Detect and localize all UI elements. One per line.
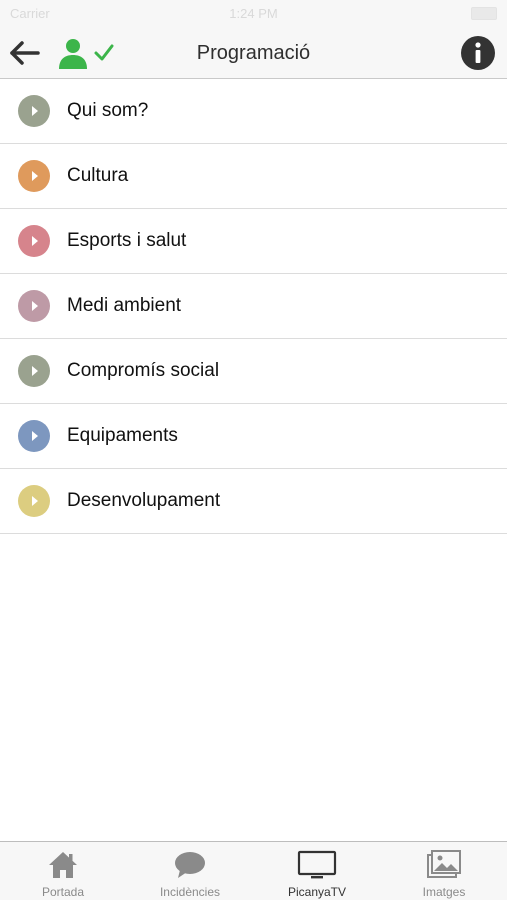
page-title: Programació	[196, 42, 311, 64]
menu-item-desenvolupament[interactable]: Desenvolupament	[0, 469, 507, 534]
tv-icon	[254, 849, 380, 881]
play-bullet-icon	[18, 95, 50, 127]
tab-incidencies[interactable]: Incidències	[127, 842, 253, 900]
app-screen: Carrier 1:24 PM Programació Qui som? Cul…	[0, 0, 507, 900]
menu-item-medi-ambient[interactable]: Medi ambient	[0, 274, 507, 339]
tab-label: PicanyaTV	[287, 885, 347, 899]
status-time: 1:24 PM	[229, 6, 278, 21]
user-status-button[interactable]	[56, 36, 120, 70]
chat-bubble-icon	[127, 849, 253, 881]
play-bullet-icon	[18, 160, 50, 192]
tab-label: Incidències	[159, 885, 221, 899]
back-button[interactable]	[8, 38, 42, 68]
info-button[interactable]	[461, 36, 495, 70]
program-menu-list: Qui som? Cultura Esports i salut Medi am…	[0, 79, 507, 534]
play-bullet-icon	[18, 420, 50, 452]
play-bullet-icon	[18, 355, 50, 387]
menu-item-qui-som[interactable]: Qui som?	[0, 79, 507, 144]
play-bullet-icon	[18, 290, 50, 322]
menu-item-cultura[interactable]: Cultura	[0, 144, 507, 209]
menu-item-label: Equipaments	[67, 425, 178, 446]
user-verified-icon	[59, 39, 114, 69]
menu-item-label: Qui som?	[67, 100, 149, 121]
menu-item-esports-i-salut[interactable]: Esports i salut	[0, 209, 507, 274]
images-icon	[381, 849, 507, 881]
tab-portada[interactable]: Portada	[0, 842, 126, 900]
tab-imatges[interactable]: Imatges	[381, 842, 507, 900]
status-bar: Carrier 1:24 PM	[0, 0, 507, 28]
play-bullet-icon	[18, 485, 50, 517]
menu-item-compromis-social[interactable]: Compromís social	[0, 339, 507, 404]
navigation-bar: Programació	[0, 28, 507, 79]
menu-item-equipaments[interactable]: Equipaments	[0, 404, 507, 469]
tab-label: Portada	[41, 885, 85, 899]
arrow-left-icon	[10, 41, 40, 65]
battery-icon	[471, 7, 497, 20]
tab-picanyatv[interactable]: PicanyaTV	[254, 842, 380, 900]
menu-item-label: Medi ambient	[67, 295, 182, 316]
menu-item-label: Cultura	[67, 165, 129, 186]
info-icon	[461, 36, 495, 70]
menu-item-label: Desenvolupament	[67, 490, 221, 511]
tab-bar: Portada Incidències PicanyaTV Imatges	[0, 841, 507, 900]
tab-label: Imatges	[422, 885, 466, 899]
home-icon	[0, 849, 126, 881]
play-bullet-icon	[18, 225, 50, 257]
menu-item-label: Esports i salut	[67, 230, 187, 251]
menu-item-label: Compromís social	[67, 360, 220, 381]
